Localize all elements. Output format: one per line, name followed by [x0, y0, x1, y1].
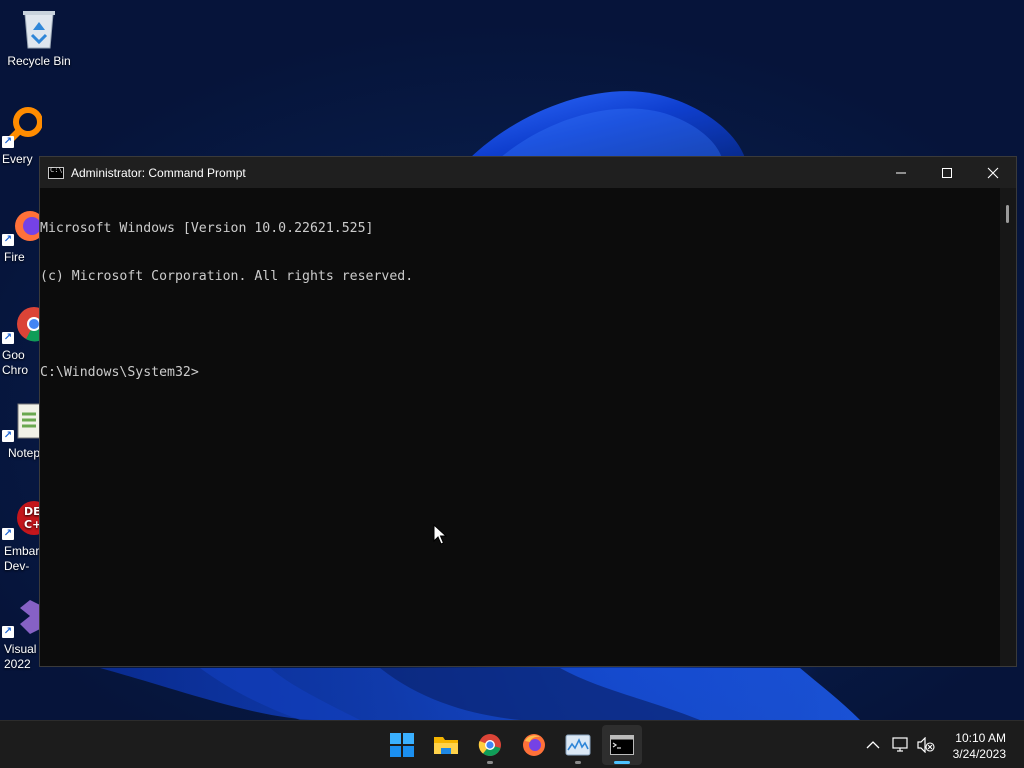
mouse-cursor-icon [433, 524, 447, 545]
clock-date: 3/24/2023 [952, 747, 1006, 761]
shortcut-arrow-icon: ↗ [2, 626, 14, 638]
window-controls [878, 157, 1016, 188]
shortcut-arrow-icon: ↗ [2, 234, 14, 246]
console-line: Microsoft Windows [Version 10.0.22621.52… [40, 221, 374, 236]
running-indicator [575, 761, 581, 764]
maximize-icon [942, 167, 952, 178]
console-line: (c) Microsoft Corporation. All rights re… [40, 269, 414, 284]
shortcut-arrow-icon: ↗ [2, 528, 14, 540]
active-indicator [614, 761, 630, 764]
maximize-button[interactable] [924, 157, 970, 188]
close-icon [987, 167, 999, 178]
minimize-button[interactable] [878, 157, 924, 188]
shortcut-arrow-icon: ↗ [2, 332, 14, 344]
clock-time: 10:10 AM [955, 731, 1006, 745]
scrollbar-thumb[interactable] [1006, 205, 1009, 223]
command-prompt-window[interactable]: Administrator: Command Prompt Microsoft … [39, 156, 1017, 667]
window-titlebar[interactable]: Administrator: Command Prompt [40, 157, 1016, 188]
taskbar-firefox-button[interactable] [514, 725, 554, 765]
everything-search-icon: ↗ [2, 106, 43, 148]
taskbar-command-prompt-button[interactable] [602, 725, 642, 765]
close-button[interactable] [970, 157, 1016, 188]
taskbar-start-button[interactable] [382, 725, 422, 765]
shortcut-arrow-icon: ↗ [2, 136, 14, 148]
taskbar-clock[interactable]: 10:10 AM 3/24/2023 [953, 730, 1006, 762]
minimize-icon [896, 172, 906, 173]
taskbar-task-manager-button[interactable] [558, 725, 598, 765]
firefox-icon: ↗ [2, 204, 45, 246]
desktop-icon-recycle-bin[interactable]: Recycle Bin [1, 8, 77, 69]
chevron-up-icon[interactable] [866, 740, 880, 750]
chrome-icon [478, 734, 501, 756]
taskbar: 10:10 AM 3/24/2023 [0, 720, 1024, 768]
firefox-icon [523, 734, 545, 756]
folder-icon [434, 737, 458, 754]
visual-studio-icon: ↗ [2, 596, 42, 638]
volume-muted-icon[interactable] [917, 737, 935, 753]
terminal-icon [610, 735, 634, 755]
running-indicator [487, 761, 493, 764]
taskbar-file-explorer-button[interactable] [426, 725, 466, 765]
desktop-icon-label: Recycle Bin [7, 54, 71, 68]
console-output[interactable]: Microsoft Windows [Version 10.0.22621.52… [40, 188, 1000, 666]
notepad-plus-plus-icon: ↗ [2, 400, 43, 442]
chrome-icon: ↗ [2, 302, 51, 344]
task-manager-icon [565, 734, 591, 756]
command-prompt-icon [48, 166, 64, 179]
windows-start-icon [390, 733, 414, 757]
window-title: Administrator: Command Prompt [71, 165, 246, 180]
taskbar-chrome-button[interactable] [470, 725, 510, 765]
embarcadero-dev-cpp-icon: DE C+ ↗ [2, 498, 51, 540]
network-icon[interactable] [891, 737, 909, 753]
shortcut-arrow-icon: ↗ [2, 430, 14, 442]
vertical-scrollbar[interactable] [1000, 188, 1016, 666]
recycle-bin-icon [19, 8, 59, 50]
console-prompt: C:\Windows\System32> [40, 365, 199, 380]
